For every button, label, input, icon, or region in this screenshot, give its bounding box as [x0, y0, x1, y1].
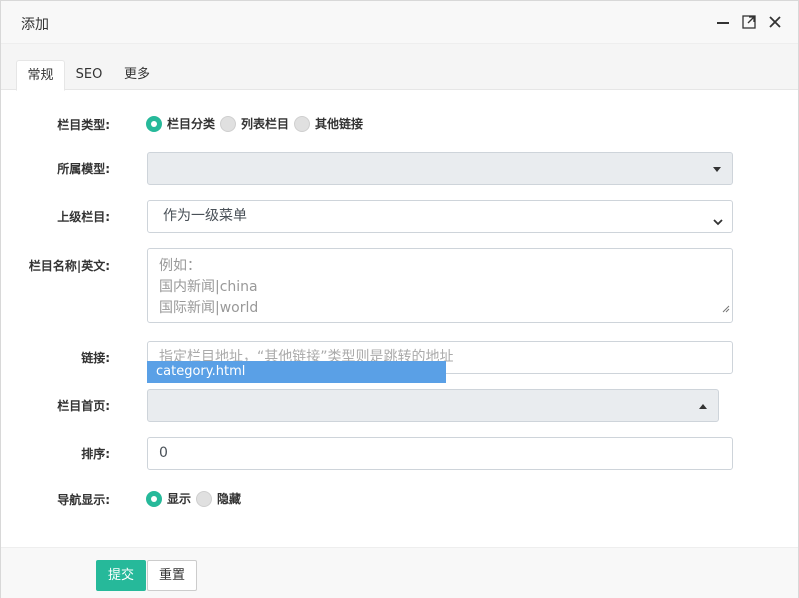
radio-unchecked-icon: [196, 490, 213, 507]
dialog-footer: 提交 重置: [1, 547, 798, 598]
name-textarea[interactable]: 例如： 国内新闻|china 国际新闻|world: [147, 248, 733, 323]
tab-more[interactable]: 更多: [115, 60, 159, 90]
tab-general[interactable]: 常规: [16, 60, 65, 91]
model-label: 所属模型:: [57, 162, 110, 176]
nav-display-radios: 显示 隐藏: [146, 490, 246, 507]
radio-unchecked-icon: [294, 115, 311, 132]
radio-list-label: 列表栏目: [241, 117, 290, 131]
link-label: 链接:: [81, 351, 110, 365]
radio-unchecked-icon: [220, 115, 237, 132]
radio-checked-icon: [146, 490, 162, 507]
sort-label: 排序:: [81, 447, 110, 461]
parent-select[interactable]: 作为一级菜单: [147, 200, 733, 233]
radio-show[interactable]: 显示: [146, 490, 191, 507]
close-icon[interactable]: [766, 13, 784, 31]
resize-grip-icon[interactable]: [722, 299, 730, 320]
radio-list[interactable]: 列表栏目: [220, 115, 289, 132]
radio-other-link[interactable]: 其他链接: [294, 115, 363, 132]
index-page-label: 栏目首页:: [57, 399, 110, 413]
radio-hide-label: 隐藏: [217, 492, 242, 506]
radio-other-link-label: 其他链接: [315, 117, 364, 131]
dialog-title: 添加: [21, 17, 49, 33]
radio-show-label: 显示: [167, 492, 192, 506]
dialog-titlebar: 添加: [1, 1, 798, 44]
radio-hide[interactable]: 隐藏: [196, 490, 241, 507]
name-label: 栏目名称|英文:: [28, 259, 110, 273]
sort-input[interactable]: 0: [147, 437, 733, 470]
name-placeholder-line: 国际新闻|world: [159, 300, 259, 316]
category-type-radios: 栏目分类 列表栏目 其他链接: [146, 115, 368, 132]
maximize-icon[interactable]: [740, 13, 758, 31]
caret-up-icon: [699, 404, 707, 409]
tab-seo[interactable]: SEO: [69, 60, 109, 90]
name-placeholder-line: 例如：: [159, 258, 201, 274]
index-page-select[interactable]: [147, 389, 719, 422]
radio-checked-icon: [146, 115, 162, 132]
model-select[interactable]: [147, 152, 733, 185]
name-placeholder-line: 国内新闻|china: [159, 279, 258, 295]
chevron-down-icon: [712, 209, 724, 240]
reset-button[interactable]: 重置: [147, 560, 198, 591]
parent-select-value: 作为一级菜单: [163, 208, 247, 224]
submit-button[interactable]: 提交: [96, 560, 147, 591]
category-type-label: 栏目类型:: [57, 118, 110, 132]
radio-category[interactable]: 栏目分类: [146, 115, 215, 132]
nav-display-label: 导航显示:: [57, 493, 110, 507]
autocomplete-suggestion[interactable]: category.html: [147, 361, 446, 383]
minimize-icon[interactable]: [714, 13, 732, 31]
caret-down-icon: [713, 167, 721, 172]
tab-bar: 常规 SEO 更多: [1, 44, 798, 91]
radio-category-label: 栏目分类: [167, 117, 216, 131]
add-category-dialog: 添加 常规 SEO 更多 栏目类型: 栏目分类 列表栏目 其他链接 所属模型: …: [0, 0, 799, 598]
parent-label: 上级栏目:: [57, 210, 110, 224]
